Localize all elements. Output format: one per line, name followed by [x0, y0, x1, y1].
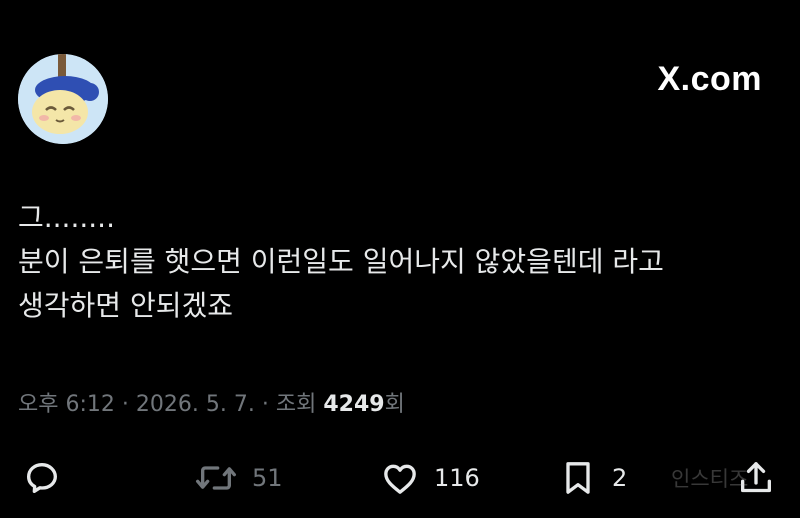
tweet-line: 그........	[18, 201, 115, 234]
bookmark-button[interactable]: 2	[558, 450, 627, 506]
x-brand-logo: X.com	[657, 60, 762, 98]
reply-button[interactable]	[22, 450, 62, 506]
like-button[interactable]: 116	[380, 450, 480, 506]
retweet-icon	[196, 466, 236, 490]
views-count[interactable]: 4249	[323, 392, 384, 417]
retweet-button[interactable]: 51	[194, 450, 283, 506]
separator-dot: ·	[261, 392, 276, 417]
tweet-line: 분이 은퇴를 햇으면 이런일도 일어나지 않았을텐데 라고	[18, 245, 664, 278]
tweet-date[interactable]: 2026. 5. 7.	[136, 392, 255, 417]
bookmark-icon	[566, 462, 590, 494]
bookmark-count: 2	[612, 464, 628, 492]
like-count: 116	[434, 464, 480, 492]
tweet-line: 생각하면 안되겠죠	[18, 289, 233, 322]
views-label: 조회	[275, 392, 317, 417]
separator-dot: ·	[121, 392, 136, 417]
avatar[interactable]	[18, 54, 108, 144]
retweet-count: 51	[252, 464, 283, 492]
reply-icon	[27, 463, 57, 493]
tweet-text: 그........ 분이 은퇴를 햇으면 이런일도 일어나지 않았을텐데 라고 …	[18, 196, 788, 328]
views-suffix: 회	[384, 392, 405, 417]
avatar-character-image	[18, 54, 108, 144]
heart-icon	[384, 464, 416, 494]
tweet-time[interactable]: 오후 6:12	[18, 392, 115, 417]
watermark-text: 인스티즈	[671, 467, 749, 491]
tweet-metadata: 오후 6:12 · 2026. 5. 7. · 조회 4249회	[18, 386, 405, 418]
